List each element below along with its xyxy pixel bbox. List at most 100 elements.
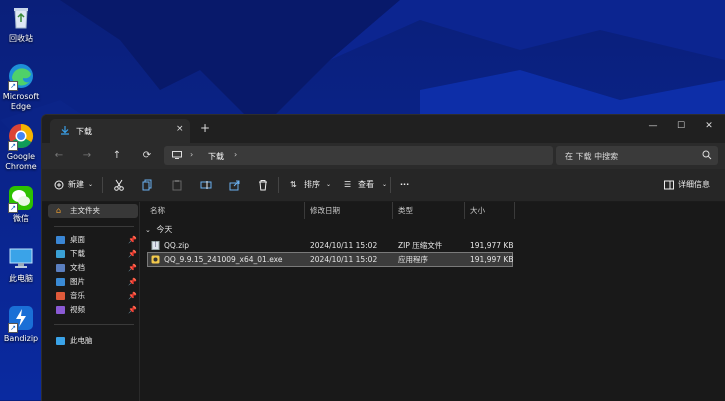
toolbar-divider — [390, 177, 391, 193]
group-header-today[interactable]: ⌄ 今天 — [145, 224, 172, 235]
sidebar-item-downloads[interactable]: 下载 📌 — [48, 247, 138, 261]
copy-icon[interactable] — [142, 178, 152, 192]
file-size: 191,977 KB — [470, 241, 514, 250]
home-icon: ⌂ — [56, 206, 62, 215]
refresh-button[interactable]: ⟳ — [138, 148, 156, 164]
file-explorer-window: 下载 × + — ☐ ✕ ← → ↑ ⟳ › 下载 › 在 下载 中搜索 新建 … — [41, 114, 725, 401]
bandizip-icon: ↗ — [7, 304, 35, 333]
this-pc-shortcut[interactable]: 此电脑 — [0, 244, 42, 284]
minimize-button[interactable]: — — [638, 118, 668, 134]
tab-close-button[interactable]: × — [176, 124, 184, 134]
back-button[interactable]: ← — [50, 148, 68, 164]
edge-shortcut[interactable]: ↗ Microsoft Edge — [0, 62, 42, 112]
monitor-icon — [7, 244, 35, 272]
chrome-shortcut[interactable]: ↗ Google Chrome — [0, 122, 42, 172]
file-modified: 2024/10/11 15:02 — [310, 241, 378, 250]
file-modified: 2024/10/11 15:02 — [310, 255, 378, 264]
pin-icon: 📌 — [128, 250, 137, 258]
table-row[interactable]: QQ_9.9.15_241009_x64_01.exe 2024/10/11 1… — [147, 252, 514, 267]
sidebar-item-label: 桌面 — [70, 235, 85, 244]
chevron-down-icon: ⌄ — [326, 181, 332, 188]
desktop-folder-icon — [56, 236, 65, 244]
details-pane-button[interactable]: 详细信息 — [664, 178, 720, 192]
sidebar-item-music[interactable]: 音乐 📌 — [48, 289, 138, 303]
sidebar-item-label: 图片 — [70, 277, 85, 286]
up-button[interactable]: ↑ — [108, 148, 126, 164]
cut-icon[interactable] — [114, 178, 124, 192]
column-divider[interactable] — [514, 202, 515, 219]
computer-icon — [56, 337, 65, 345]
sort-label: 排序 — [304, 180, 320, 189]
plus-circle-icon — [54, 180, 64, 190]
new-button[interactable]: 新建 ⌄ — [54, 178, 94, 192]
address-bar-row: ← → ↑ ⟳ › 下载 › 在 下载 中搜索 — [42, 143, 725, 169]
delete-icon[interactable] — [258, 178, 268, 192]
file-name: QQ_9.9.15_241009_x64_01.exe — [164, 255, 283, 264]
column-divider[interactable] — [464, 202, 465, 219]
maximize-button[interactable]: ☐ — [666, 118, 696, 134]
view-label: 查看 — [358, 180, 374, 189]
column-divider[interactable] — [392, 202, 393, 219]
tab-bar: 下载 × + — ☐ ✕ — [42, 115, 725, 143]
search-placeholder: 在 下载 中搜索 — [565, 152, 619, 161]
chevron-down-icon: ⌄ — [145, 226, 151, 234]
view-button[interactable]: ☰ 查看 ⌄ — [344, 178, 392, 192]
breadcrumb-separator[interactable]: › — [190, 150, 193, 159]
column-divider[interactable] — [304, 202, 305, 219]
breadcrumb-separator[interactable]: › — [234, 150, 237, 159]
column-header-modified[interactable]: 修改日期 — [310, 202, 340, 219]
file-size: 191,997 KB — [470, 255, 514, 264]
sidebar-item-label: 下载 — [70, 249, 85, 258]
installer-icon — [151, 255, 160, 264]
column-header-type[interactable]: 类型 — [398, 202, 413, 219]
sidebar-item-pictures[interactable]: 图片 📌 — [48, 275, 138, 289]
sort-button[interactable]: ⇅ 排序 ⌄ — [290, 178, 334, 192]
column-header-name[interactable]: 名称 — [150, 202, 165, 219]
breadcrumb-downloads[interactable]: 下载 — [208, 151, 224, 162]
file-type: ZIP 压缩文件 — [398, 241, 443, 250]
file-type: 应用程序 — [398, 255, 428, 264]
this-pc-label: 此电脑 — [9, 274, 33, 283]
sidebar-item-label: 视频 — [70, 305, 85, 314]
sidebar-divider — [54, 226, 134, 227]
downloads-folder-icon — [56, 250, 65, 258]
column-header-size[interactable]: 大小 — [470, 202, 485, 219]
sidebar-item-label: 此电脑 — [70, 336, 93, 345]
share-icon[interactable] — [229, 178, 241, 192]
new-label: 新建 — [68, 180, 84, 189]
shortcut-arrow-icon: ↗ — [8, 323, 18, 333]
sidebar-item-videos[interactable]: 视频 📌 — [48, 303, 138, 317]
shortcut-arrow-icon: ↗ — [8, 81, 18, 91]
forward-button[interactable]: → — [78, 148, 96, 164]
command-bar: 新建 ⌄ ⇅ 排序 ⌄ ☰ 查看 ⌄ ··· 详细信息 — [42, 169, 725, 202]
zip-file-icon — [151, 241, 160, 250]
wechat-shortcut[interactable]: ↗ 微信 — [0, 184, 42, 224]
sidebar-item-label: 主文件夹 — [70, 206, 100, 215]
pin-icon: 📌 — [128, 264, 137, 272]
sidebar-item-home[interactable]: ⌂ 主文件夹 — [48, 204, 138, 218]
toolbar-divider — [102, 177, 103, 193]
sidebar-item-this-pc[interactable]: 此电脑 — [48, 334, 138, 348]
new-tab-button[interactable]: + — [200, 121, 210, 135]
chevron-down-icon: ⌄ — [88, 181, 94, 188]
rename-icon[interactable] — [200, 178, 212, 192]
address-field[interactable]: › 下载 › — [164, 146, 553, 165]
pin-icon: 📌 — [128, 236, 137, 244]
recycle-bin-label: 回收站 — [9, 34, 33, 43]
tab-downloads[interactable]: 下载 × — [50, 119, 190, 143]
table-row[interactable]: QQ.zip 2024/10/11 15:02 ZIP 压缩文件 191,977… — [148, 239, 514, 252]
chrome-icon: ↗ — [7, 122, 35, 151]
bandizip-shortcut[interactable]: ↗ Bandizip — [0, 304, 42, 344]
sidebar-item-documents[interactable]: 文档 📌 — [48, 261, 138, 275]
download-icon — [61, 126, 69, 135]
bandizip-label: Bandizip — [3, 334, 39, 343]
pictures-folder-icon — [56, 278, 65, 286]
shortcut-arrow-icon: ↗ — [8, 203, 18, 213]
recycle-bin-shortcut[interactable]: 回收站 — [0, 4, 42, 44]
sidebar-item-desktop[interactable]: 桌面 📌 — [48, 233, 138, 247]
close-window-button[interactable]: ✕ — [694, 118, 724, 134]
more-options-button[interactable]: ··· — [400, 178, 409, 192]
search-input[interactable]: 在 下载 中搜索 — [556, 146, 718, 165]
file-list: 名称 修改日期 类型 大小 ⌄ 今天 QQ.zip 2024/10/11 15:… — [139, 202, 725, 401]
paste-icon[interactable] — [172, 178, 182, 192]
